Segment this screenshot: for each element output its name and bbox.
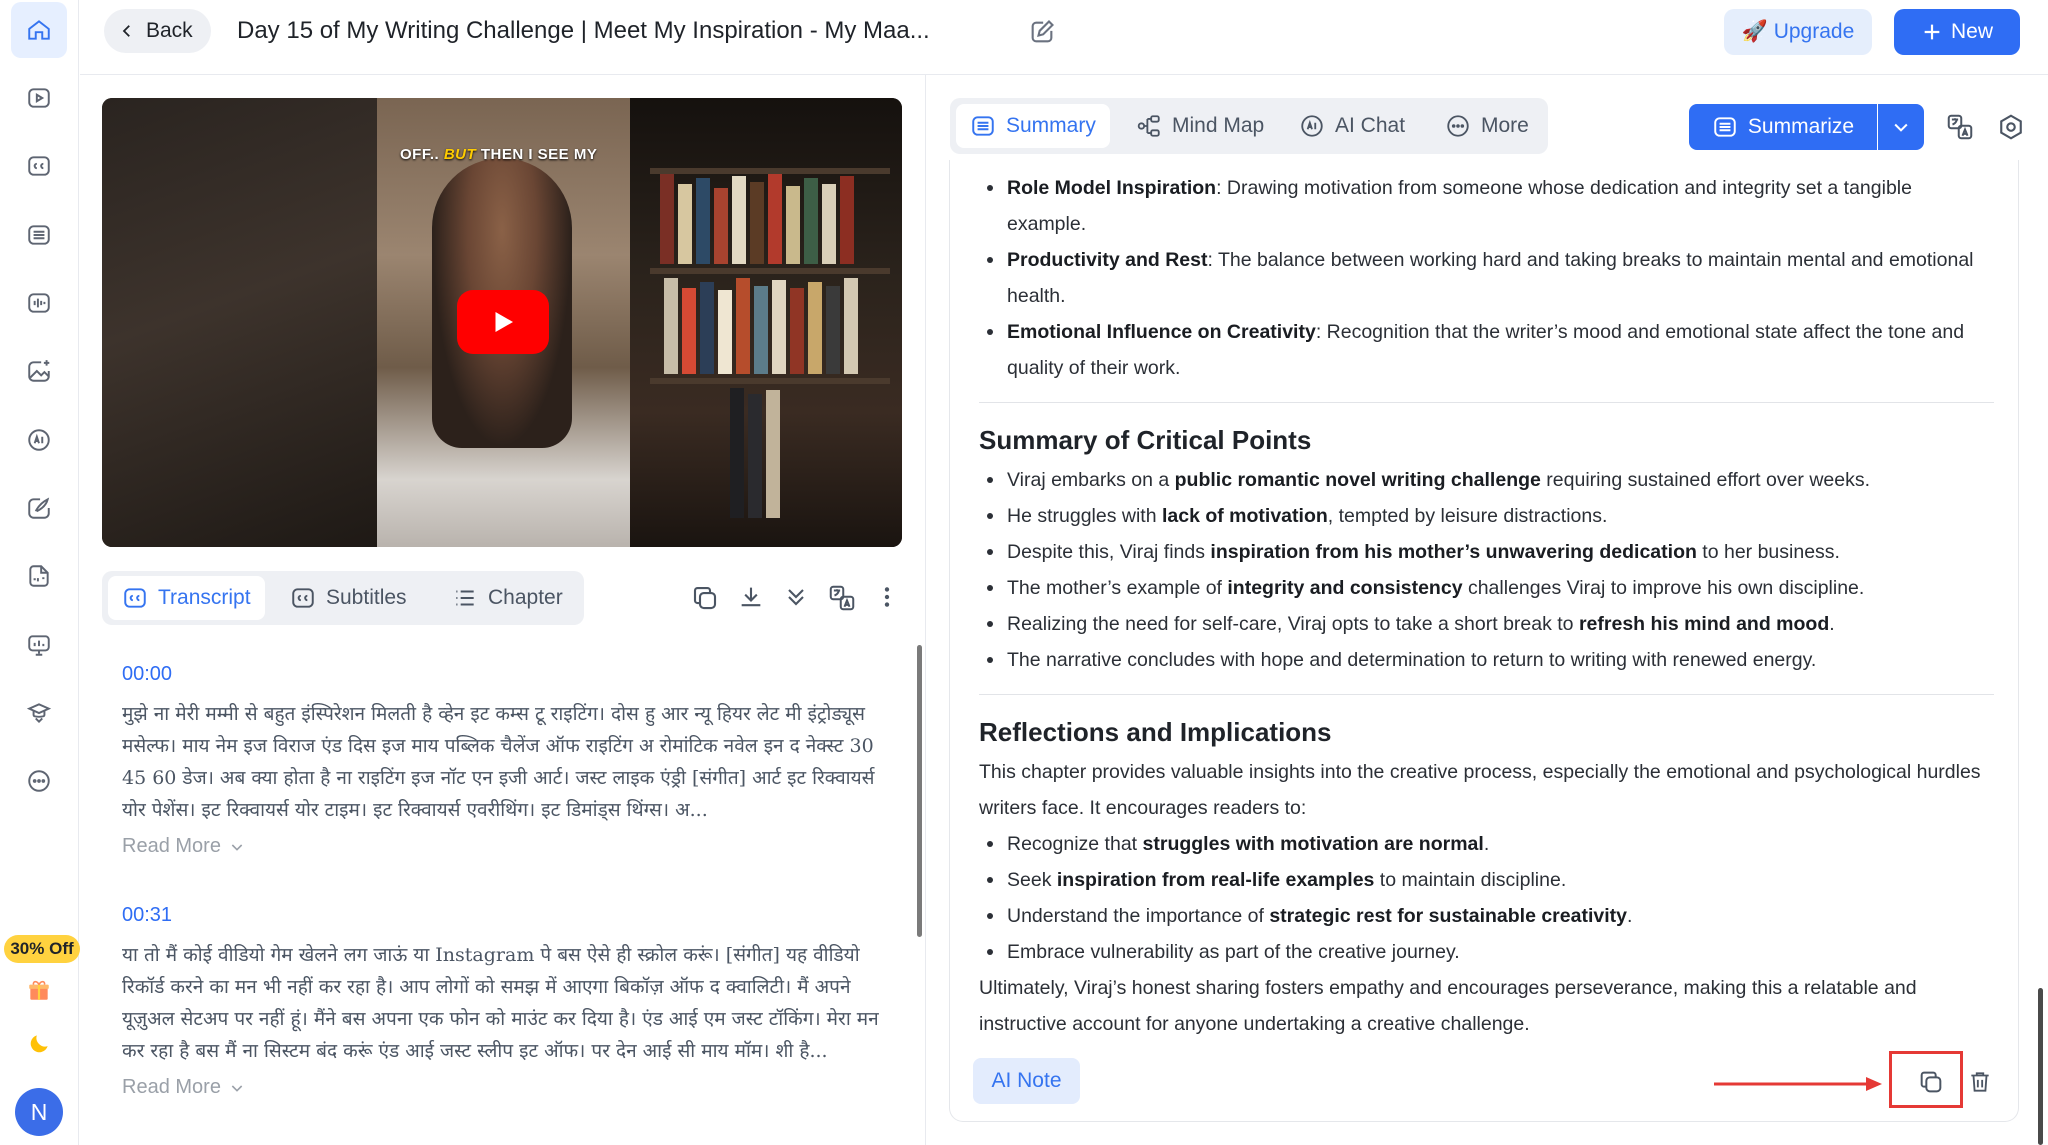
summarize-options-button[interactable] xyxy=(1878,104,1924,150)
transcript-text: मुझे ना मेरी मम्मी से बहुत इंस्पिरेशन मि… xyxy=(122,703,875,821)
list-item: Recognize that struggles with motivation… xyxy=(979,826,1994,862)
chevron-left-icon xyxy=(122,25,130,37)
list-item: Viraj embarks on a public romantic novel… xyxy=(979,462,1994,498)
transcript-tabs: Transcript Subtitles Chapter xyxy=(102,571,584,625)
list-item: Embrace vulnerability as part of the cre… xyxy=(979,934,1994,970)
video-icon[interactable] xyxy=(11,70,67,126)
top-bar: Back Day 15 of My Writing Challenge | Me… xyxy=(80,0,2048,75)
ai-icon[interactable] xyxy=(11,412,67,468)
ai-icon xyxy=(1301,115,1323,137)
translate-icon[interactable] xyxy=(827,583,857,613)
list-icon[interactable] xyxy=(11,207,67,263)
video-frame-right xyxy=(630,98,902,547)
chevron-down-icon xyxy=(231,843,243,851)
cc-icon xyxy=(292,588,314,608)
gift-icon[interactable] xyxy=(11,962,67,1018)
transcript-scrollbar[interactable] xyxy=(917,645,922,937)
tab-subtitles[interactable]: Subtitles xyxy=(276,576,421,620)
timestamp[interactable]: 00:31 xyxy=(122,904,172,927)
tab-mind-map[interactable]: Mind Map xyxy=(1122,104,1278,148)
more-icon[interactable] xyxy=(11,753,67,809)
chevron-down-icon xyxy=(1894,123,1908,132)
cc-icon xyxy=(124,588,146,608)
section-divider xyxy=(979,402,1994,403)
edit-icon[interactable] xyxy=(1028,18,1056,46)
translate-icon[interactable] xyxy=(1945,112,1975,142)
transcript-text: या तो मैं कोई वीडियो गेम खेलने लग जाऊं य… xyxy=(122,944,879,1062)
read-more-button[interactable]: Read More xyxy=(122,1076,245,1099)
doc-icon xyxy=(972,116,994,136)
more-icon xyxy=(1447,115,1469,137)
section-heading: Summary of Critical Points xyxy=(979,425,1312,455)
ai-note-button[interactable]: AI Note xyxy=(973,1058,1080,1104)
tab-transcript[interactable]: Transcript xyxy=(108,576,265,620)
icon-rail: 30% Off N xyxy=(0,0,80,1145)
play-icon xyxy=(495,312,513,332)
home-icon[interactable] xyxy=(11,2,67,58)
kebab-menu-icon[interactable] xyxy=(874,583,900,611)
list-item: Productivity and Rest: The balance betwe… xyxy=(979,242,1994,314)
paragraph: Ultimately, Viraj’s honest sharing foste… xyxy=(979,977,1917,1035)
tab-ai-chat[interactable]: AI Chat xyxy=(1285,104,1419,148)
annotation-arrow xyxy=(1714,1077,1882,1091)
list-item: Emotional Influence on Creativity: Recog… xyxy=(979,314,1994,386)
copy-icon[interactable] xyxy=(1917,1068,1945,1096)
graduation-icon[interactable] xyxy=(11,685,67,741)
plus-icon xyxy=(1924,24,1940,40)
avatar[interactable]: N xyxy=(15,1088,63,1136)
list-item: Role Model Inspiration: Drawing motivati… xyxy=(979,170,1994,242)
video-player[interactable]: OFF.. BUT THEN I SEE MY xyxy=(102,98,902,547)
video-caption: OFF.. BUT THEN I SEE MY xyxy=(400,146,598,163)
image-sparkle-icon[interactable] xyxy=(11,343,67,399)
doc-icon xyxy=(1714,117,1736,137)
list-item: Realizing the need for self-care, Viraj … xyxy=(979,606,1994,642)
chevron-down-icon xyxy=(231,1084,243,1092)
list-item: Despite this, Viraj finds inspiration fr… xyxy=(979,534,1994,570)
tab-summary[interactable]: Summary xyxy=(956,104,1110,148)
list-item: He struggles with lack of motivation, te… xyxy=(979,498,1994,534)
section-heading: Reflections and Implications xyxy=(979,717,1332,747)
tab-chapter[interactable]: Chapter xyxy=(438,576,577,620)
list-item: Seek inspiration from real-life examples… xyxy=(979,862,1994,898)
list-item: The narrative concludes with hope and de… xyxy=(979,642,1994,678)
expand-all-icon[interactable] xyxy=(782,583,810,611)
trash-icon[interactable] xyxy=(1967,1068,1993,1096)
subtitles-icon[interactable] xyxy=(11,138,67,194)
summarize-button[interactable]: Summarize xyxy=(1689,104,1877,150)
play-button[interactable] xyxy=(457,290,549,354)
tab-more[interactable]: More xyxy=(1431,104,1543,148)
pen-icon[interactable] xyxy=(11,480,67,536)
read-more-button[interactable]: Read More xyxy=(122,835,245,858)
list-item: Understand the importance of strategic r… xyxy=(979,898,1994,934)
audio-icon[interactable] xyxy=(11,275,67,331)
summary-scrollbar[interactable] xyxy=(2038,988,2043,1145)
copy-icon[interactable] xyxy=(690,583,720,613)
upgrade-button[interactable]: 🚀 Upgrade xyxy=(1724,9,1872,55)
back-button[interactable]: Back xyxy=(104,9,211,53)
paragraph: This chapter provides valuable insights … xyxy=(979,761,1981,819)
discount-badge[interactable]: 30% Off xyxy=(4,935,80,963)
timestamp[interactable]: 00:00 xyxy=(122,663,172,686)
summary-tabs: Summary Mind Map AI Chat More xyxy=(950,98,1548,154)
new-label: New xyxy=(1950,20,1993,43)
download-icon[interactable] xyxy=(737,583,765,611)
dark-mode-icon[interactable] xyxy=(11,1016,67,1072)
mindmap-icon xyxy=(1137,115,1160,137)
slides-icon[interactable] xyxy=(11,617,67,673)
summary-content: Role Model Inspiration: Drawing motivati… xyxy=(979,170,1994,1042)
settings-icon[interactable] xyxy=(1996,112,2026,142)
pdf-icon[interactable] xyxy=(11,548,67,604)
list-item: The mother’s example of integrity and co… xyxy=(979,570,1994,606)
new-button[interactable]: New xyxy=(1894,9,2020,55)
video-frame-left xyxy=(102,98,377,547)
list-icon xyxy=(456,590,474,606)
back-label: Back xyxy=(146,19,193,42)
panel-divider xyxy=(925,75,926,1145)
page-title: Day 15 of My Writing Challenge | Meet My… xyxy=(237,17,930,44)
section-divider xyxy=(979,694,1994,695)
